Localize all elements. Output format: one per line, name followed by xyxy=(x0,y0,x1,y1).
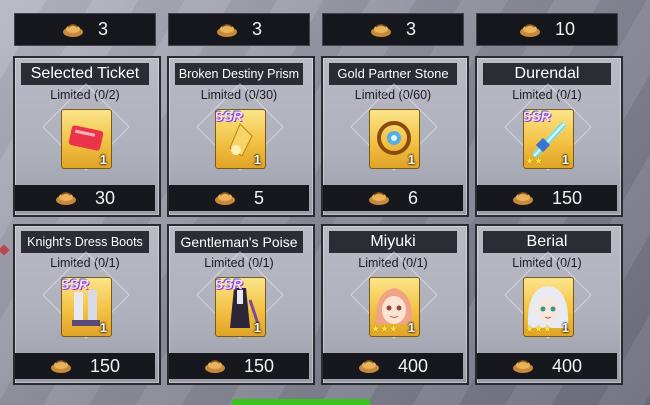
item-icon: SSR 1 xyxy=(215,277,266,337)
item-quantity: 1 xyxy=(99,152,107,167)
price-bar[interactable]: 150 xyxy=(169,353,309,379)
top-price-2[interactable]: 3 xyxy=(168,13,310,46)
item-icon: SSR ★★ 1 xyxy=(523,109,574,169)
price-bar[interactable]: 5 xyxy=(169,185,309,211)
price-bar[interactable]: 150 xyxy=(15,353,155,379)
price-bar[interactable]: 400 xyxy=(323,353,463,379)
item-icon: ★★★ 1 xyxy=(523,277,574,337)
coin-pouch-icon xyxy=(368,191,390,205)
item-title: Berial xyxy=(483,231,611,253)
item-quantity: 1 xyxy=(99,320,107,335)
item-quantity: 1 xyxy=(407,152,415,167)
star-rating: ★★★ xyxy=(371,324,398,335)
price-value: 6 xyxy=(407,187,418,208)
top-price-value: 3 xyxy=(251,19,262,39)
shop-item-berial[interactable]: Berial Limited (0/1) ★★★ 1 400 xyxy=(475,224,623,385)
item-title: Miyuki xyxy=(329,231,457,253)
ssr-badge: SSR xyxy=(61,277,89,292)
price-bar[interactable]: 150 xyxy=(477,185,617,211)
item-quantity: 1 xyxy=(407,320,415,335)
price-value: 150 xyxy=(551,187,583,208)
star-rating: ★★ xyxy=(525,156,543,167)
price-value: 150 xyxy=(243,355,275,376)
shop-item-knights-dress-boots[interactable]: Knight's Dress Boots Limited (0/1) SSR 1… xyxy=(13,224,161,385)
item-icon: ★★★ 1 xyxy=(369,277,420,337)
item-quantity: 1 xyxy=(561,152,569,167)
shop-item-durendal[interactable]: Durendal Limited (0/1) SSR ★★ 1 150 xyxy=(475,56,623,217)
ssr-badge: SSR xyxy=(215,277,243,292)
price-bar[interactable]: 400 xyxy=(477,353,617,379)
coin-pouch-icon xyxy=(358,359,380,373)
ssr-badge: SSR xyxy=(215,109,243,124)
price-value: 150 xyxy=(89,355,121,376)
star-rating: ★★★ xyxy=(525,324,552,335)
shop-item-miyuki[interactable]: Miyuki Limited (0/1) ★★★ 1 400 xyxy=(321,224,469,385)
price-value: 30 xyxy=(94,187,116,208)
coin-pouch-icon xyxy=(62,23,84,37)
coin-pouch-icon xyxy=(512,359,534,373)
price-value: 400 xyxy=(551,355,583,376)
coin-pouch-icon xyxy=(519,23,541,37)
shop-item-gold-partner-stone[interactable]: Gold Partner Stone Limited (0/60) 1 6 xyxy=(321,56,469,217)
item-icon: SSR 1 xyxy=(61,277,112,337)
item-quantity: 1 xyxy=(561,320,569,335)
item-title: Gold Partner Stone xyxy=(329,63,457,85)
item-icon: SSR 1 xyxy=(215,109,266,169)
top-price-4[interactable]: 10 xyxy=(476,13,618,46)
price-value: 5 xyxy=(253,187,264,208)
shop-item-selected-ticket[interactable]: Selected Ticket Limited (0/2) 1 30 xyxy=(13,56,161,217)
shop-item-broken-destiny-prism[interactable]: Broken Destiny Prism Limited (0/30) SSR … xyxy=(167,56,315,217)
shop-item-gentlemans-poise[interactable]: Gentleman's Poise Limited (0/1) SSR 1 15… xyxy=(167,224,315,385)
coin-pouch-icon xyxy=(216,23,238,37)
item-title: Selected Ticket xyxy=(21,63,149,85)
item-quantity: 1 xyxy=(253,320,261,335)
coin-pouch-icon xyxy=(512,191,534,205)
item-title: Broken Destiny Prism xyxy=(175,63,303,85)
ssr-badge: SSR xyxy=(523,109,551,124)
top-price-value: 3 xyxy=(405,19,416,39)
item-quantity: 1 xyxy=(253,152,261,167)
item-title: Knight's Dress Boots xyxy=(21,231,149,253)
item-icon: 1 xyxy=(369,109,420,169)
bottom-progress-bar xyxy=(232,399,370,405)
top-price-1[interactable]: 3 xyxy=(14,13,156,46)
coin-pouch-icon xyxy=(204,359,226,373)
top-price-value: 3 xyxy=(97,19,108,39)
coin-pouch-icon xyxy=(55,191,77,205)
price-bar[interactable]: 6 xyxy=(323,185,463,211)
top-price-value: 10 xyxy=(554,19,576,39)
top-price-3[interactable]: 3 xyxy=(322,13,464,46)
price-value: 400 xyxy=(397,355,429,376)
coin-pouch-icon xyxy=(370,23,392,37)
item-icon: 1 xyxy=(61,109,112,169)
coin-pouch-icon xyxy=(50,359,72,373)
price-bar[interactable]: 30 xyxy=(15,185,155,211)
coin-pouch-icon xyxy=(214,191,236,205)
item-title: Gentleman's Poise xyxy=(175,231,303,253)
item-title: Durendal xyxy=(483,63,611,85)
